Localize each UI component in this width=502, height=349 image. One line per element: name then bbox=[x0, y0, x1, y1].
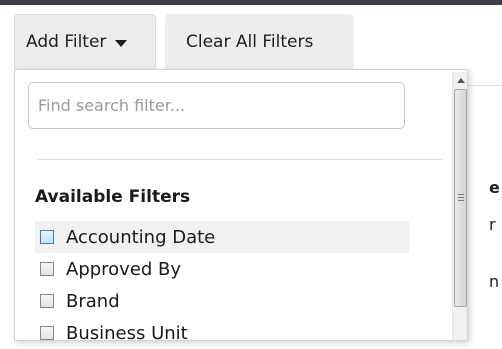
checkbox[interactable] bbox=[40, 294, 54, 308]
caret-down-icon bbox=[115, 39, 128, 47]
available-filters-heading: Available Filters bbox=[35, 187, 191, 207]
filter-option-label: Approved By bbox=[66, 258, 182, 280]
add-filter-label: Add Filter bbox=[26, 32, 107, 52]
filter-option-accounting-date[interactable]: Accounting Date bbox=[35, 221, 409, 253]
filter-search-input[interactable] bbox=[28, 82, 405, 129]
add-filter-button[interactable]: Add Filter bbox=[14, 14, 156, 70]
filter-option-label: Accounting Date bbox=[66, 226, 216, 248]
background-text: n bbox=[489, 272, 500, 291]
filter-option-approved-by[interactable]: Approved By bbox=[35, 253, 409, 285]
filter-option-brand[interactable]: Brand bbox=[35, 285, 409, 317]
checkbox[interactable] bbox=[40, 262, 54, 276]
clear-all-filters-button[interactable]: Clear All Filters bbox=[165, 14, 354, 70]
add-filter-dropdown: Available Filters Accounting Date Approv… bbox=[14, 69, 468, 344]
filter-option-label: Business Unit bbox=[66, 322, 188, 344]
scroll-thumb[interactable] bbox=[454, 89, 467, 307]
background-text: r bbox=[489, 215, 496, 234]
filter-option-business-unit[interactable]: Business Unit bbox=[35, 317, 409, 349]
vertical-scrollbar[interactable] bbox=[452, 72, 467, 340]
background-text: e bbox=[489, 178, 500, 197]
checkbox[interactable] bbox=[40, 230, 54, 244]
arrow-up-icon bbox=[456, 77, 465, 83]
filter-option-label: Brand bbox=[66, 290, 120, 312]
clear-all-filters-label: Clear All Filters bbox=[186, 32, 314, 52]
scroll-up-button[interactable] bbox=[453, 72, 468, 88]
checkbox[interactable] bbox=[40, 326, 54, 340]
dropdown-divider bbox=[37, 159, 443, 160]
